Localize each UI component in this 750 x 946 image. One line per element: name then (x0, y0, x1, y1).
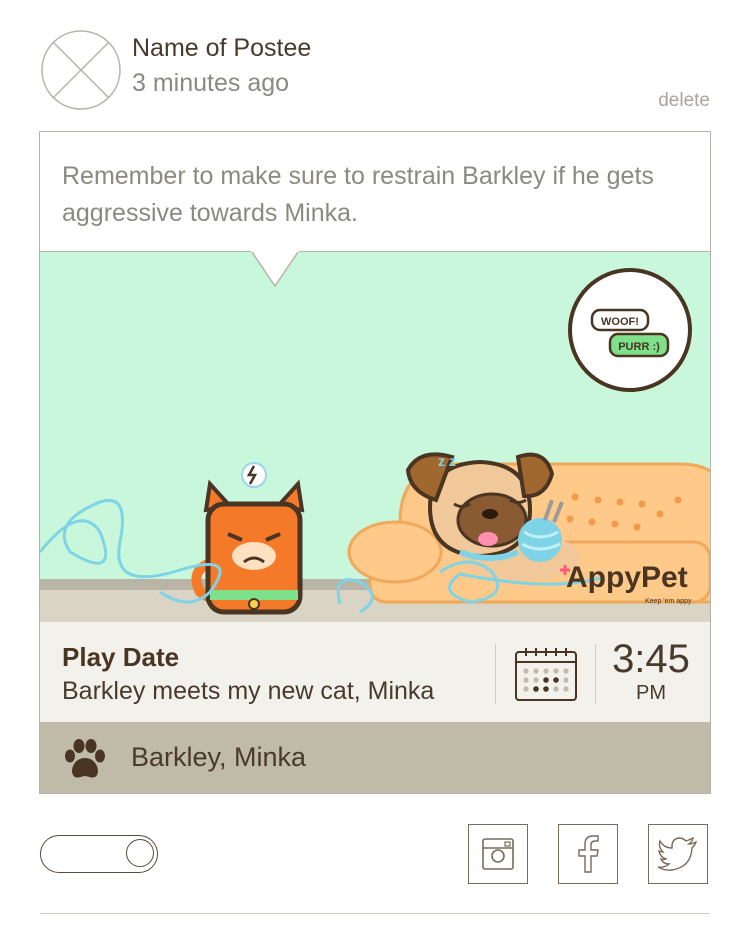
twitter-icon (658, 837, 698, 871)
toggle-switch[interactable] (40, 835, 158, 873)
calendar-icon (515, 648, 577, 701)
svg-text:Keep 'em appy: Keep 'em appy (645, 598, 692, 605)
speech-bubble-tail (250, 250, 300, 288)
post-timestamp: 3 minutes ago (132, 69, 290, 97)
event-title: Play Date (62, 642, 180, 672)
svg-text:z z: z z (438, 453, 456, 469)
twitter-share-button[interactable] (648, 824, 708, 884)
facebook-share-button[interactable] (558, 824, 618, 884)
event-description: Barkley meets my new cat, Minka (62, 677, 435, 705)
event-info-bar: Play Date Barkley meets my new cat, Mink… (40, 622, 710, 722)
instagram-icon (482, 838, 514, 870)
event-ampm: PM (636, 682, 666, 704)
post-message: Remember to make sure to restrain Barkle… (40, 132, 710, 252)
svg-text:AppyPet: AppyPet (566, 561, 688, 594)
instagram-share-button[interactable] (468, 824, 528, 884)
toggle-knob (126, 839, 154, 867)
svg-text:PURR :): PURR :) (618, 341, 660, 353)
avatar-placeholder (41, 30, 121, 110)
delete-link[interactable]: delete (658, 90, 710, 112)
paw-icon (65, 739, 105, 778)
pets-bar: Barkley, Minka (40, 722, 710, 793)
facebook-icon (578, 835, 599, 873)
poster-name: Name of Postee (132, 34, 312, 62)
footer-divider (40, 913, 710, 914)
svg-text:WOOF!: WOOF! (601, 316, 639, 328)
appypet-illustration: WOOF! PURR :) z z AppyPet Keep 'em appy (40, 252, 710, 622)
post-card: Remember to make sure to restrain Barkle… (39, 131, 711, 794)
divider (495, 644, 496, 704)
woof-purr-badge: WOOF! PURR :) (568, 268, 692, 392)
event-time: 3:45 (612, 637, 690, 681)
divider (595, 644, 596, 704)
pet-names: Barkley, Minka (131, 742, 307, 772)
